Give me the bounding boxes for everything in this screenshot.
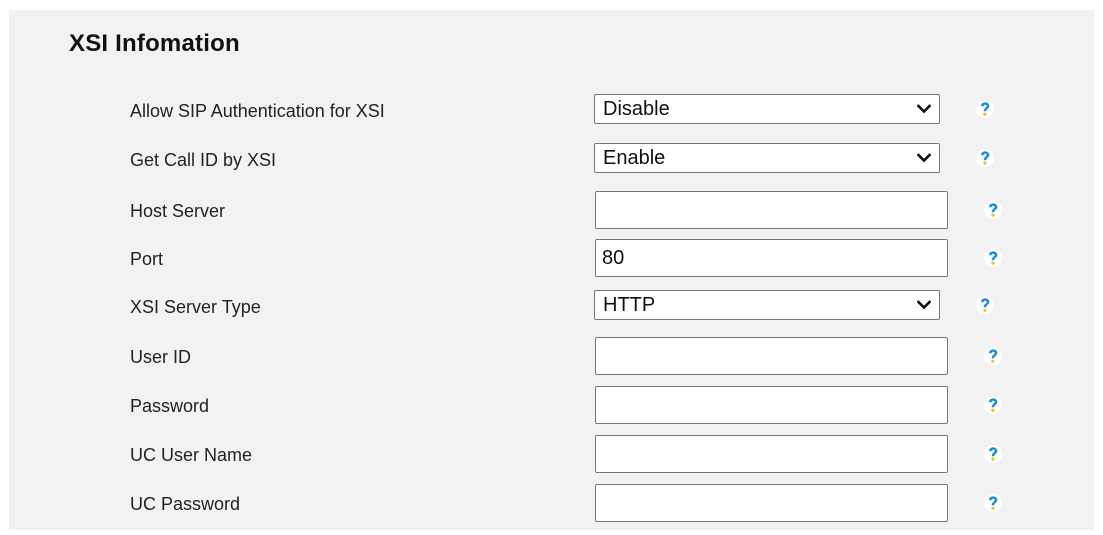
xsi-server-type-label: XSI Server Type xyxy=(130,297,261,317)
xsi-information-panel: XSI Infomation Allow SIP Authentication … xyxy=(9,10,1094,530)
section-title: XSI Infomation xyxy=(69,30,240,57)
chevron-down-icon xyxy=(917,104,931,114)
allow-sip-auth-label: Allow SIP Authentication for XSI xyxy=(130,101,385,121)
help-question-icon[interactable] xyxy=(983,493,1003,513)
help-question-icon[interactable] xyxy=(975,99,995,119)
host-server-input[interactable] xyxy=(595,191,948,229)
chevron-down-icon xyxy=(917,300,931,310)
uc-user-name-row: UC User Name xyxy=(9,435,1094,473)
uc-user-name-label: UC User Name xyxy=(130,445,253,465)
uc-password-label: UC Password xyxy=(130,494,241,514)
chevron-down-icon xyxy=(917,153,931,163)
uc-password-row: UC Password xyxy=(9,484,1094,522)
allow-sip-auth-row: Allow SIP Authentication for XSI Disable xyxy=(9,94,1094,130)
password-input[interactable] xyxy=(595,386,948,424)
xsi-server-type-select[interactable]: HTTP xyxy=(594,290,940,320)
get-call-id-row: Get Call ID by XSI Enable xyxy=(9,143,1094,179)
get-call-id-selected-value: Enable xyxy=(603,147,666,169)
port-label: Port xyxy=(130,249,164,269)
host-server-row: Host Server xyxy=(9,191,1094,229)
user-id-label: User ID xyxy=(130,347,192,367)
get-call-id-label: Get Call ID by XSI xyxy=(130,150,277,170)
help-question-icon[interactable] xyxy=(983,346,1003,366)
allow-sip-auth-selected-value: Disable xyxy=(603,98,670,120)
get-call-id-select[interactable]: Enable xyxy=(594,143,940,173)
uc-password-input[interactable] xyxy=(595,484,948,522)
help-question-icon[interactable] xyxy=(983,395,1003,415)
password-label: Password xyxy=(130,396,210,416)
port-input[interactable] xyxy=(595,239,948,277)
uc-user-name-input[interactable] xyxy=(595,435,948,473)
help-question-icon[interactable] xyxy=(975,295,995,315)
help-question-icon[interactable] xyxy=(983,200,1003,220)
help-question-icon[interactable] xyxy=(975,148,995,168)
xsi-server-type-row: XSI Server Type HTTP xyxy=(9,290,1094,326)
user-id-input[interactable] xyxy=(595,337,948,375)
allow-sip-auth-select[interactable]: Disable xyxy=(594,94,940,124)
help-question-icon[interactable] xyxy=(983,444,1003,464)
user-id-row: User ID xyxy=(9,337,1094,375)
password-row: Password xyxy=(9,386,1094,424)
xsi-server-type-selected-value: HTTP xyxy=(603,294,656,316)
host-server-label: Host Server xyxy=(130,201,226,221)
port-row: Port xyxy=(9,239,1094,277)
help-question-icon[interactable] xyxy=(983,248,1003,268)
